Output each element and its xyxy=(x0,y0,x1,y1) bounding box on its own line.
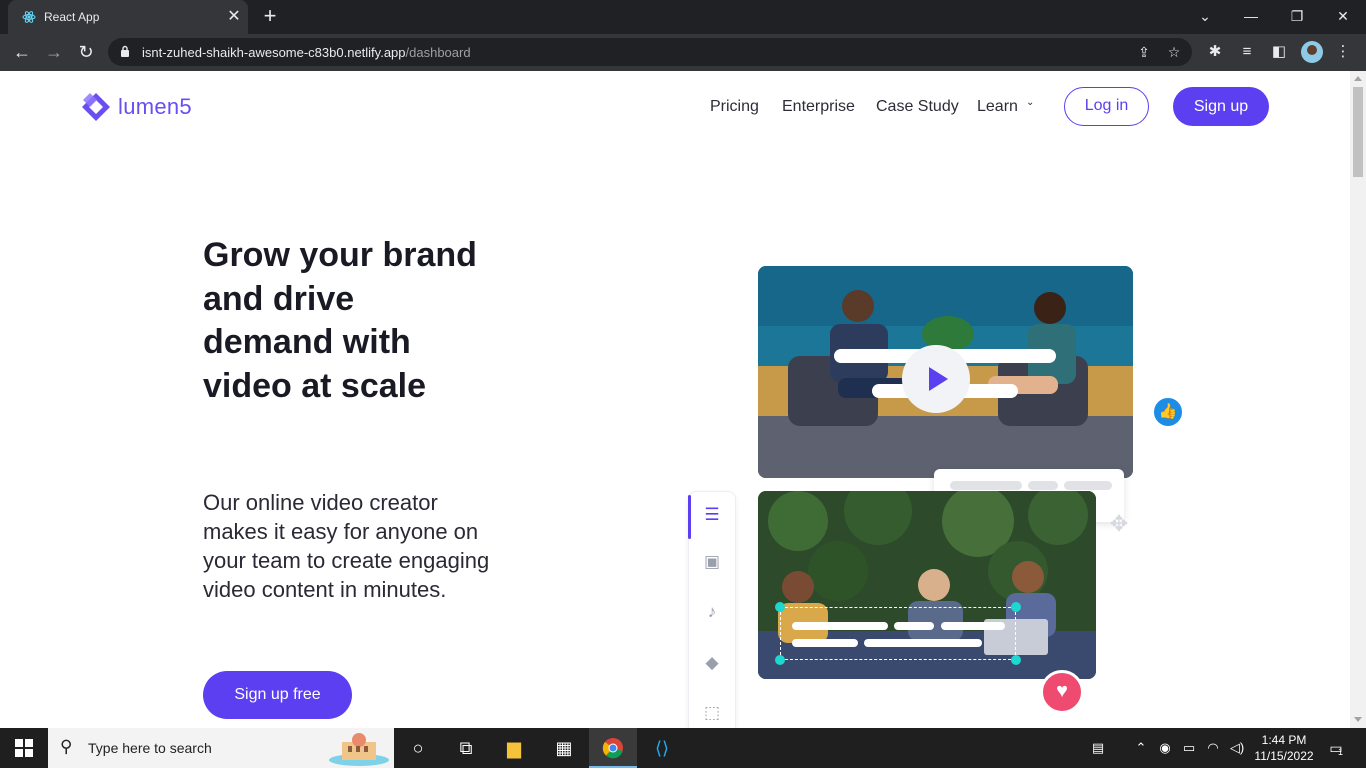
hero-subtitle: Our online video creator makes it easy f… xyxy=(203,490,490,602)
caption-line xyxy=(941,622,1005,630)
search-icon: ⚲ xyxy=(60,737,73,756)
meet-icon[interactable]: ◉ xyxy=(1155,738,1175,758)
hero-title: Grow your brand and drive demand with vi… xyxy=(203,236,477,405)
scroll-down-icon[interactable] xyxy=(1354,717,1362,722)
placeholder-line xyxy=(1028,481,1058,490)
placeholder-line xyxy=(1064,481,1112,490)
chevron-up-icon[interactable]: ⌃ xyxy=(1131,738,1151,758)
nav-learn[interactable]: Learn xyxy=(977,98,1018,116)
news-widget-icon[interactable]: ▤ xyxy=(1086,738,1110,758)
logo-text: lumen5 xyxy=(118,94,192,119)
page-scrollbar[interactable] xyxy=(1350,71,1366,728)
web-page: lumen5 Pricing Enterprise Case Study Lea… xyxy=(0,71,1350,728)
search-highlight-illustration xyxy=(329,733,389,766)
task-view-icon[interactable]: ⧉ xyxy=(442,728,490,768)
windows-taskbar: ⚲ Type here to search ○ ⧉ ▆ ▦ ⟨⟩ ▤ ⌃ ◉ ▭… xyxy=(0,728,1366,768)
style-icon[interactable]: ◆ xyxy=(700,651,724,675)
lumen5-logo[interactable]: lumen5 xyxy=(80,90,210,124)
resize-handle[interactable] xyxy=(1011,655,1021,665)
thumbs-up-icon: 👍 xyxy=(1152,396,1184,428)
browser-toolbar: ← → ↻ isnt-zuhed-shaikh-awesome-c83b0.ne… xyxy=(0,34,1366,71)
browser-tab-bar: React App ✕ + ⌄ — ❐ ✕ xyxy=(0,0,1366,34)
caption-line xyxy=(792,622,888,630)
scroll-up-icon[interactable] xyxy=(1354,76,1362,81)
signup-free-button[interactable]: Sign up free xyxy=(203,671,352,719)
file-explorer-icon[interactable]: ▆ xyxy=(490,728,538,768)
clock[interactable]: 1:44 PM 11/15/2022 xyxy=(1252,732,1316,764)
clock-date: 11/15/2022 xyxy=(1254,749,1314,763)
login-button[interactable]: Log in xyxy=(1064,87,1149,126)
resize-handle[interactable] xyxy=(775,655,785,665)
restore-button[interactable]: ❐ xyxy=(1274,0,1320,34)
placeholder-line xyxy=(950,481,1022,490)
media-control-icon[interactable]: ≡ xyxy=(1235,40,1259,64)
scroll-thumb[interactable] xyxy=(1353,87,1363,177)
share-icon[interactable]: ⇪ xyxy=(1134,42,1154,62)
extensions-icon[interactable]: ✱ xyxy=(1203,40,1227,64)
resize-handle[interactable] xyxy=(1011,602,1021,612)
volume-icon[interactable]: ◁) xyxy=(1227,738,1247,758)
cortana-icon[interactable]: ○ xyxy=(394,728,442,768)
address-bar[interactable]: isnt-zuhed-shaikh-awesome-c83b0.netlify.… xyxy=(108,38,1192,66)
react-icon xyxy=(22,11,36,23)
side-panel-icon[interactable]: ◧ xyxy=(1267,40,1291,64)
lock-icon xyxy=(121,45,129,57)
browser-tab[interactable]: React App ✕ xyxy=(8,0,248,34)
move-icon: ✥ xyxy=(1109,511,1129,536)
vscode-icon[interactable]: ⟨⟩ xyxy=(638,728,686,768)
image-icon[interactable]: ▣ xyxy=(700,550,724,574)
bookmark-star-icon[interactable]: ☆ xyxy=(1164,42,1184,62)
calculator-icon[interactable]: ▦ xyxy=(540,728,588,768)
clock-time: 1:44 PM xyxy=(1261,733,1307,747)
caption-line xyxy=(864,639,982,647)
chrome-icon xyxy=(602,738,623,759)
url-text: isnt-zuhed-shaikh-awesome-c83b0.netlify.… xyxy=(142,45,471,60)
selection-box xyxy=(780,607,1016,660)
close-tab-icon[interactable]: ✕ xyxy=(224,7,244,27)
taskbar-search-box[interactable]: ⚲ Type here to search xyxy=(48,728,394,768)
minimize-button[interactable]: — xyxy=(1228,0,1274,34)
profile-avatar[interactable] xyxy=(1301,41,1323,63)
chevron-down-icon[interactable]: ⌄ xyxy=(1026,97,1034,108)
heart-icon: ♥ xyxy=(1040,670,1084,714)
new-tab-button[interactable]: + xyxy=(258,5,282,29)
chrome-menu-icon[interactable]: ⋮ xyxy=(1331,40,1355,64)
caption-line xyxy=(792,639,858,647)
search-placeholder: Type here to search xyxy=(88,740,212,756)
lumen5-logo-icon xyxy=(82,93,110,121)
nav-case-study[interactable]: Case Study xyxy=(876,98,959,116)
nav-pricing[interactable]: Pricing xyxy=(710,98,759,116)
music-icon[interactable]: ♪ xyxy=(700,600,724,624)
text-icon[interactable]: ☰ xyxy=(700,503,724,527)
forward-icon[interactable]: → xyxy=(41,40,67,66)
nav-enterprise[interactable]: Enterprise xyxy=(782,98,855,116)
tab-title: React App xyxy=(44,10,100,24)
close-window-button[interactable]: ✕ xyxy=(1320,0,1366,34)
resize-handle[interactable] xyxy=(775,602,785,612)
caption-line xyxy=(894,622,934,630)
battery-icon[interactable]: ▭ xyxy=(1179,738,1199,758)
resize-icon[interactable]: ⬚ xyxy=(700,701,724,725)
play-icon[interactable] xyxy=(902,345,970,413)
reload-icon[interactable]: ↻ xyxy=(73,40,99,66)
signup-button[interactable]: Sign up xyxy=(1173,87,1269,126)
active-indicator xyxy=(688,495,691,539)
windows-logo-icon xyxy=(15,739,33,757)
notification-icon[interactable]: ▭ 1 xyxy=(1324,738,1348,758)
notification-count: 1 xyxy=(1338,747,1344,757)
windows-start-icon[interactable] xyxy=(0,728,48,768)
chrome-taskbar-icon[interactable] xyxy=(589,728,637,768)
back-icon[interactable]: ← xyxy=(9,40,35,66)
tab-search-icon[interactable]: ⌄ xyxy=(1182,0,1228,34)
wifi-icon[interactable]: ◠ xyxy=(1203,738,1223,758)
